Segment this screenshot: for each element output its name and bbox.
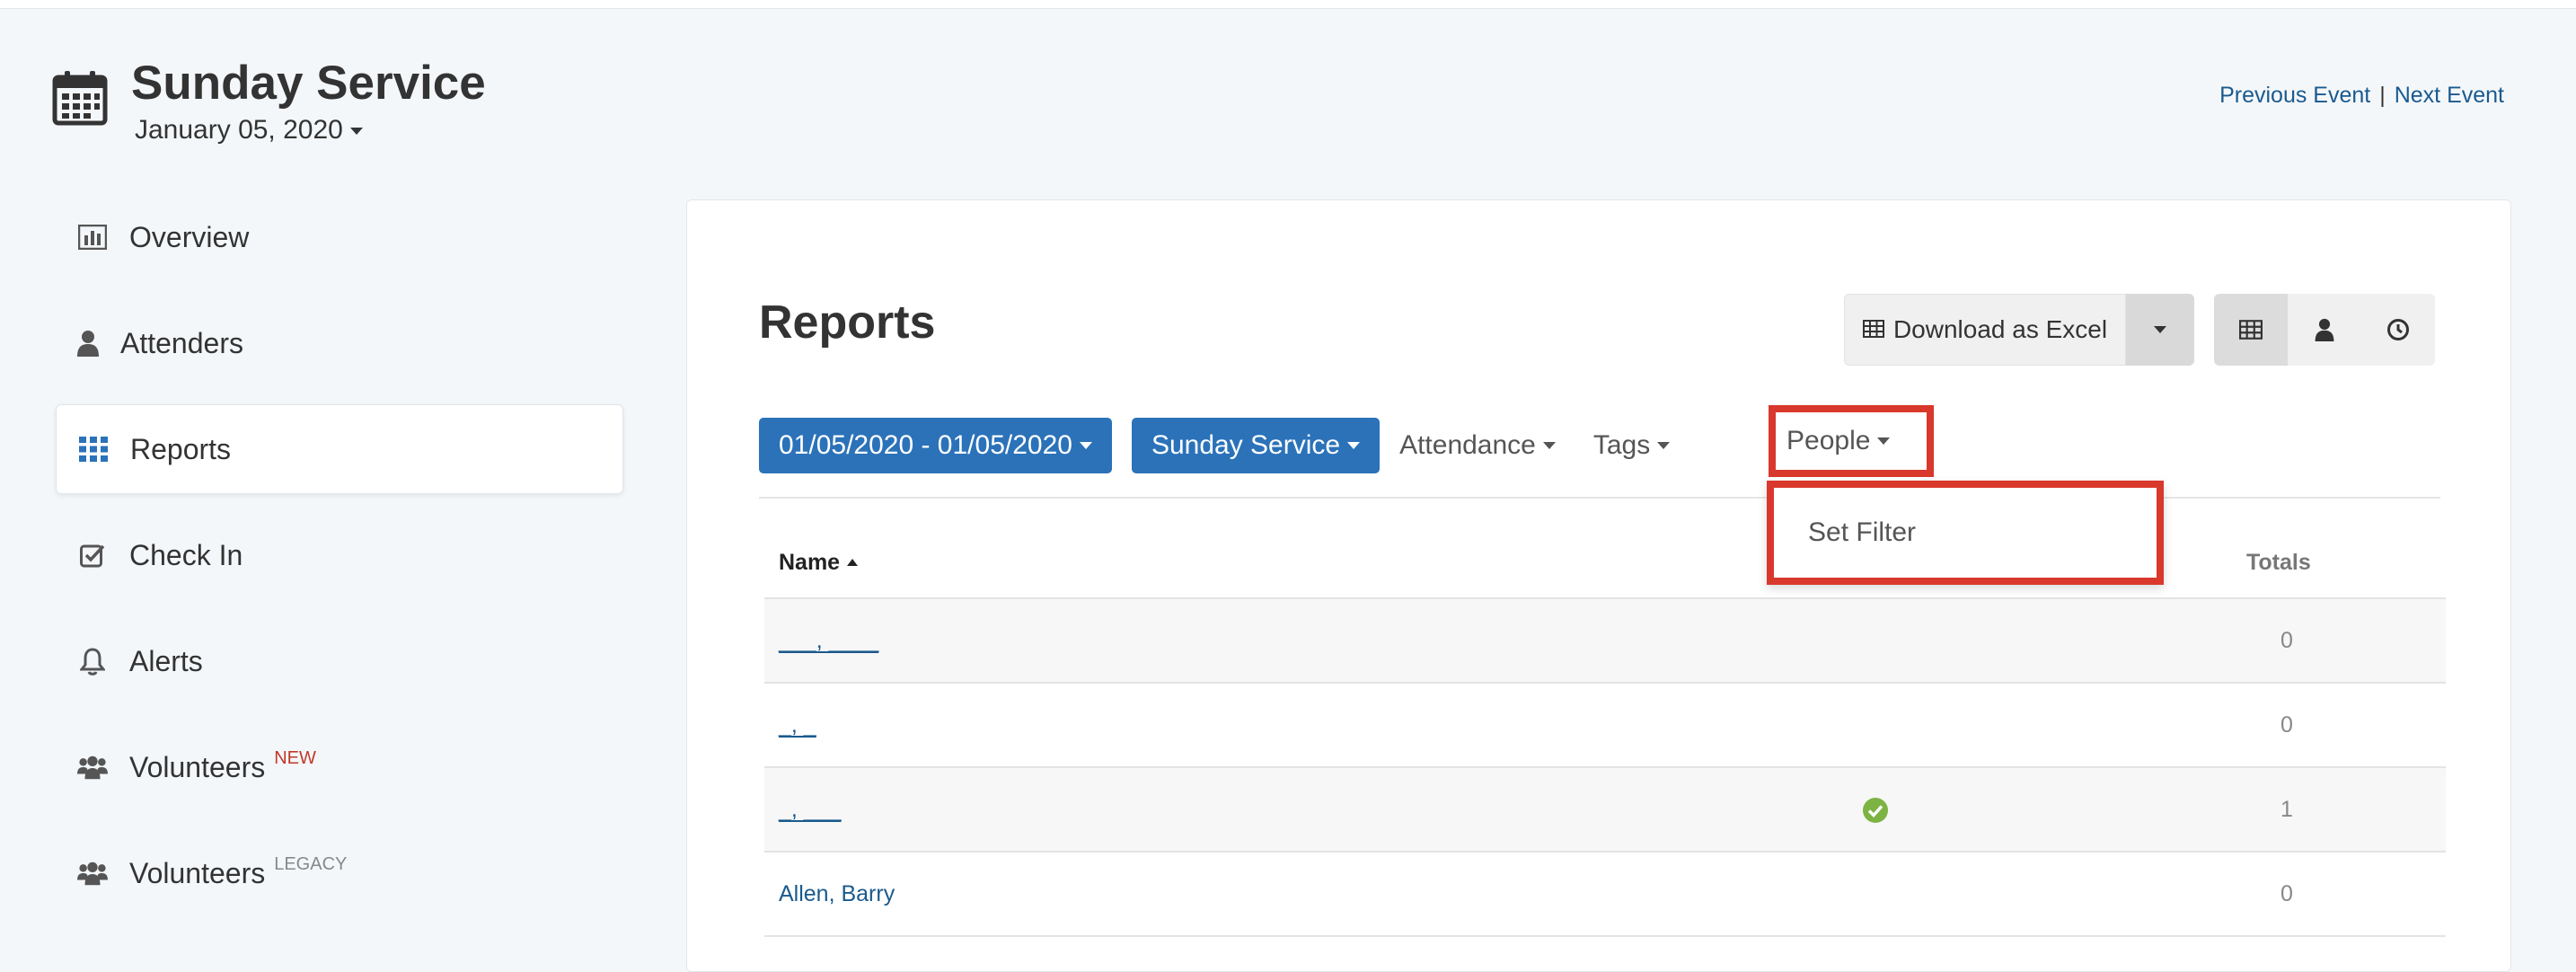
calendar-icon <box>52 71 108 126</box>
chevron-down-icon <box>1657 442 1671 449</box>
sidebar-item-attenders[interactable]: Attenders <box>56 298 623 388</box>
attendance-filter-label: Attendance <box>1399 430 1536 460</box>
attendance-filter[interactable]: Attendance <box>1399 430 1556 461</box>
person-view-button[interactable] <box>2288 294 2361 366</box>
people-filter-dropdown: Set Filter <box>1767 481 2164 585</box>
chevron-down-icon <box>1079 442 1092 449</box>
bar-chart-icon <box>77 222 108 252</box>
top-bar <box>0 0 2576 9</box>
sidebar-item-label: Reports <box>130 432 232 465</box>
page-title: Sunday Service <box>131 57 486 110</box>
table-view-icon <box>2239 320 2263 340</box>
event-date-label: January 05, 2020 <box>135 115 343 145</box>
table-view-button[interactable] <box>2214 294 2288 366</box>
row-total: 1 <box>2280 796 2293 822</box>
tags-filter[interactable]: Tags <box>1592 430 1671 461</box>
event-filter-label: Sunday Service <box>1151 430 1341 460</box>
sidebar-item-label: Volunteers <box>129 856 266 889</box>
filter-divider <box>759 497 2440 499</box>
date-range-filter[interactable]: 01/05/2020 - 01/05/2020 <box>759 418 1112 473</box>
legacy-badge: LEGACY <box>274 853 348 874</box>
chevron-down-icon <box>349 128 363 136</box>
chevron-down-icon <box>1542 442 1556 449</box>
row-total: 0 <box>2280 711 2293 738</box>
date-range-label: 01/05/2020 - 01/05/2020 <box>779 430 1072 460</box>
totals-column-header: Totals <box>2246 549 2311 575</box>
sidebar-item-alerts[interactable]: Alerts <box>56 616 623 706</box>
chevron-down-icon <box>1347 442 1361 449</box>
next-event-link[interactable]: Next Event <box>2395 83 2504 108</box>
new-badge: NEW <box>274 747 316 768</box>
previous-event-link[interactable]: Previous Event <box>2219 83 2370 108</box>
name-column-header[interactable]: Name <box>764 549 859 576</box>
sidebar-item-label: Overview <box>129 220 250 253</box>
person-name-link[interactable]: ___, ____ <box>764 628 878 654</box>
people-filter-label: People <box>1786 426 1871 455</box>
event-date-dropdown[interactable]: January 05, 2020 <box>135 115 363 146</box>
table-icon <box>1862 315 1884 344</box>
user-icon <box>77 328 99 358</box>
row-total: 0 <box>2280 880 2293 906</box>
reports-card: Reports Download as Excel 01/05/2020 - 0… <box>686 199 2511 972</box>
sidebar-item-volunteers-new[interactable]: Volunteers NEW <box>56 722 623 812</box>
table-header: Name Totals <box>764 527 2446 599</box>
sidebar-item-volunteers-legacy[interactable]: Volunteers LEGACY <box>56 828 623 918</box>
download-options-toggle[interactable] <box>2126 294 2194 366</box>
users-icon <box>77 858 108 888</box>
clock-view-button[interactable] <box>2361 294 2435 366</box>
person-name-link[interactable]: _, _ <box>764 712 816 738</box>
reports-title: Reports <box>759 296 936 349</box>
view-toggle-group <box>2214 294 2435 366</box>
sidebar-item-overview[interactable]: Overview <box>56 192 623 282</box>
download-excel-label: Download as Excel <box>1892 315 2108 343</box>
sidebar-item-label: Attenders <box>120 326 243 359</box>
sort-ascending-icon <box>847 559 859 566</box>
event-filter[interactable]: Sunday Service <box>1131 418 1381 473</box>
users-icon <box>77 752 108 782</box>
people-filter[interactable]: People <box>1769 405 1934 477</box>
table-row: Allen, Barry 0 <box>764 853 2446 937</box>
check-circle-icon <box>1863 798 1888 823</box>
person-name-link[interactable]: _, ___ <box>764 797 842 823</box>
download-excel-button[interactable]: Download as Excel <box>1844 294 2126 366</box>
sidebar-item-label: Check In <box>129 538 243 571</box>
sidebar-item-label: Volunteers <box>129 750 266 783</box>
attendance-table: Name Totals ___, ____ 0 _, _ 0 _, ___ 1 … <box>764 527 2446 937</box>
sidebar: Overview Attenders Reports Check In Aler… <box>56 192 623 934</box>
clock-view-icon <box>2387 319 2409 340</box>
person-name-link[interactable]: Allen, Barry <box>764 881 895 907</box>
tags-filter-label: Tags <box>1592 430 1651 460</box>
grid-icon <box>78 434 109 464</box>
name-header-label: Name <box>779 549 841 575</box>
event-navigation: Previous Event | Next Event <box>2219 83 2504 109</box>
sidebar-item-reports[interactable]: Reports <box>56 404 623 494</box>
person-view-icon <box>2315 318 2334 341</box>
chevron-down-icon <box>2154 326 2166 333</box>
nav-separator: | <box>2379 83 2386 108</box>
table-row: _, ___ 1 <box>764 768 2446 853</box>
sidebar-item-check-in[interactable]: Check In <box>56 510 623 600</box>
download-excel-group: Download as Excel <box>1844 294 2194 366</box>
table-row: ___, ____ 0 <box>764 599 2446 684</box>
set-filter-option[interactable]: Set Filter <box>1808 517 1916 548</box>
checkbox-icon <box>77 540 108 570</box>
filter-bar: 01/05/2020 - 01/05/2020 Sunday Service A… <box>759 418 1707 473</box>
bell-icon <box>77 646 108 676</box>
row-total: 0 <box>2280 627 2293 653</box>
sidebar-item-label: Alerts <box>129 644 203 677</box>
chevron-down-icon <box>1877 437 1891 445</box>
table-row: _, _ 0 <box>764 684 2446 768</box>
